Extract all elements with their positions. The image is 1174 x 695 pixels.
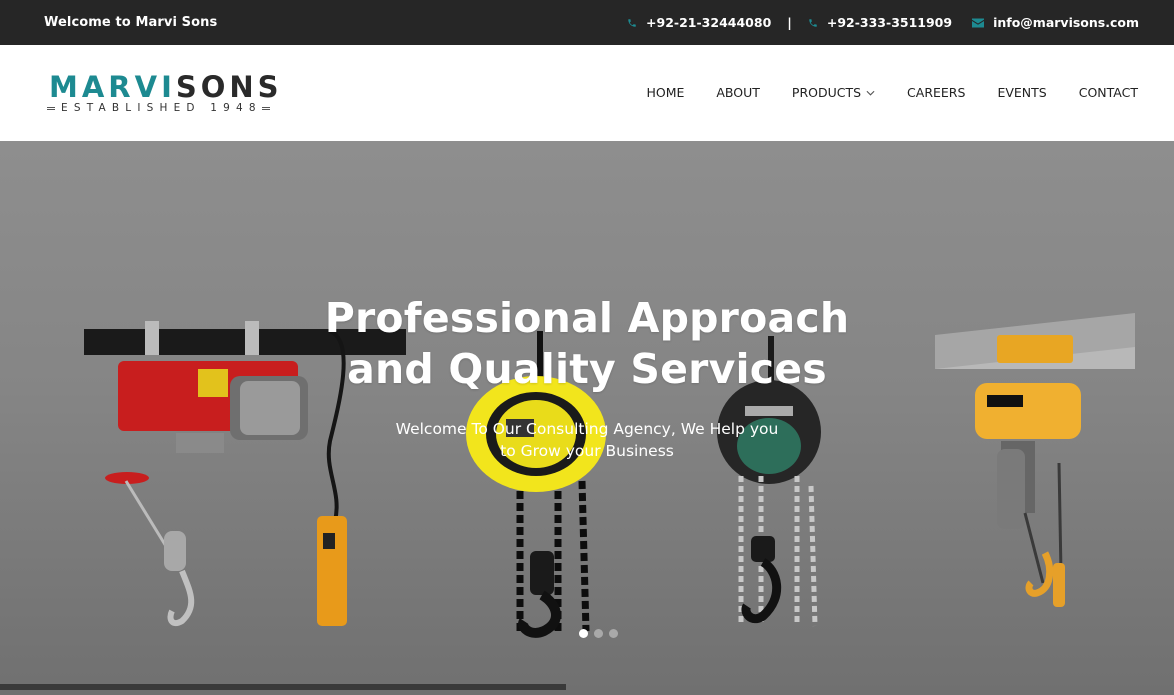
slider-dot-3[interactable] — [609, 629, 618, 638]
hero-title: Professional Approach and Quality Servic… — [0, 293, 1174, 395]
logo-dash-icon — [47, 106, 55, 110]
welcome-text: Welcome to Marvi Sons — [44, 15, 218, 30]
hero-title-line-1: Professional Approach — [324, 294, 850, 342]
phone-number-1: +92-21-32444080 — [646, 15, 772, 30]
nav-label: EVENTS — [997, 85, 1047, 100]
nav-item-careers[interactable]: CAREERS — [907, 85, 965, 100]
nav-label: ABOUT — [716, 85, 760, 100]
phone-icon — [809, 18, 817, 27]
nav-item-about[interactable]: ABOUT — [716, 85, 760, 100]
envelope-icon — [972, 18, 985, 27]
hero-title-line-2: and Quality Services — [347, 345, 827, 393]
top-bar: Welcome to Marvi Sons +92-21-32444080 | … — [0, 0, 1174, 45]
logo-brand-part2: SONS — [175, 70, 283, 104]
phone-number-2: +92-333-3511909 — [826, 15, 953, 30]
logo-brand-part1: MARVI — [49, 70, 176, 104]
hero-subtitle-line-1: Welcome To Our Consulting Agency, We Hel… — [395, 420, 779, 438]
nav-item-products[interactable]: PRODUCTS — [792, 85, 875, 100]
nav-label: CAREERS — [907, 85, 966, 100]
email-link[interactable]: info@marvisons.com — [972, 15, 1139, 30]
phone-link-2[interactable]: +92-333-3511909 — [808, 15, 952, 30]
contact-separator: | — [787, 15, 792, 30]
phone-icon — [628, 18, 636, 27]
slider-dots — [579, 629, 624, 638]
email-address: info@marvisons.com — [993, 15, 1139, 30]
chevron-down-icon — [866, 90, 875, 96]
main-nav: HOME ABOUT PRODUCTS CAREERS EVENTS CONTA… — [646, 85, 1138, 100]
nav-label: HOME — [646, 85, 685, 100]
nav-label: CONTACT — [1078, 85, 1138, 100]
slider-dot-1[interactable] — [579, 629, 588, 638]
nav-label: PRODUCTS — [791, 85, 862, 100]
nav-item-events[interactable]: EVENTS — [997, 85, 1046, 100]
nav-item-home[interactable]: HOME — [646, 85, 684, 100]
logo-wordmark: MARVISONS — [49, 70, 283, 104]
slider-dot-2[interactable] — [594, 629, 603, 638]
logo-dash-icon — [261, 106, 270, 110]
logo-tagline: ESTABLISHED 1948 — [61, 102, 262, 114]
main-header: MARVISONS ESTABLISHED 1948 HOME ABOUT PR… — [0, 45, 1174, 141]
hero-subtitle-line-2: to Grow your Business — [500, 442, 674, 460]
contact-info: +92-21-32444080 | +92-333-3511909 info@m… — [627, 15, 1139, 30]
logo-tagline-row: ESTABLISHED 1948 — [47, 102, 279, 114]
hero-slider: Professional Approach and Quality Servic… — [0, 141, 1174, 695]
phone-link-1[interactable]: +92-21-32444080 — [627, 15, 771, 30]
hero-subtitle: Welcome To Our Consulting Agency, We Hel… — [0, 418, 1174, 462]
slider-progress-bar — [0, 684, 566, 690]
logo[interactable]: MARVISONS ESTABLISHED 1948 — [47, 70, 282, 120]
nav-item-contact[interactable]: CONTACT — [1079, 85, 1138, 100]
